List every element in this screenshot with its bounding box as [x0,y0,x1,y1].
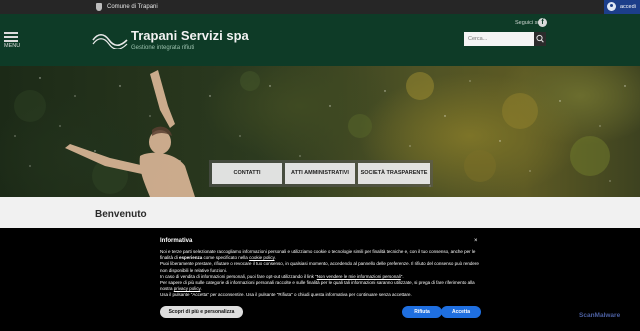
close-icon[interactable]: × [474,237,478,245]
hamburger-icon-line [4,40,18,42]
woman-figure [65,70,195,197]
page-title: Benvenuto [95,209,147,220]
hamburger-icon-line [4,36,18,38]
site-header: MENU Seguici su f Trapani Servizi spa Ge… [0,14,640,66]
top-utility-bar: Comune di Trapani accedi [0,0,640,14]
accept-button[interactable]: Accetta [441,306,481,318]
cookie-text-p4-b: . [200,286,202,292]
user-icon [607,2,616,11]
search-button[interactable] [534,32,546,46]
social-label: Seguici su [515,20,541,26]
cookie-text-p1-c: come specificato nella [202,255,250,261]
do-not-sell-link[interactable]: Non vendere le mie informazioni personal… [317,274,401,279]
cookie-text-p3-b: ". [400,273,404,279]
brand-tagline: Gestione integrata rifiuti [131,45,195,51]
quicklink-contatti[interactable]: CONTATTI [212,163,282,184]
search-input[interactable] [464,32,534,46]
quicklink-societa-trasparente[interactable]: SOCIETÀ TRASPARENTE [358,163,430,184]
cookie-banner: Informativa × Noi e terze parti selezion… [0,228,640,331]
cookie-text-p1-b: esperienza [179,255,203,261]
cookie-text-p1-d: . [274,255,276,261]
search-icon [536,34,544,43]
menu-button[interactable]: MENU [4,32,20,62]
cookie-text: Noi e terze parti selezionate raccogliam… [160,249,480,299]
menu-label: MENU [4,43,21,49]
wave-logo-icon[interactable] [92,31,128,49]
cookie-text-p4-a: Per sapere di più sulle categorie di inf… [160,280,475,292]
privacy-policy-link[interactable]: privacy policy [174,286,201,291]
login-button[interactable]: accedi [604,0,640,14]
comune-link[interactable]: Comune di Trapani [107,2,158,12]
cookie-policy-link[interactable]: cookie policy [249,255,274,260]
reject-button[interactable]: Rifiuta [402,306,442,318]
facebook-icon[interactable]: f [538,18,547,27]
cookie-text-p5: Usa il pulsante "Accetta" per acconsenti… [160,292,412,298]
cookie-title: Informativa [160,238,193,244]
scanmalware-watermark: ScanMalware [579,312,621,319]
cookie-text-p3-a: In caso di vendita di informazioni perso… [160,273,317,279]
learn-more-customize-button[interactable]: Scopri di più e personalizza [160,306,243,318]
login-label: accedi [620,4,636,10]
hamburger-icon [4,32,18,34]
quicklink-atti-amministrativi[interactable]: ATTI AMMINISTRATIVI [285,163,355,184]
comune-crest-icon [96,3,102,11]
brand-name[interactable]: Trapani Servizi spa [131,29,249,43]
cookie-text-p2: Puoi liberamente prestare, rifiutare o r… [160,261,479,273]
